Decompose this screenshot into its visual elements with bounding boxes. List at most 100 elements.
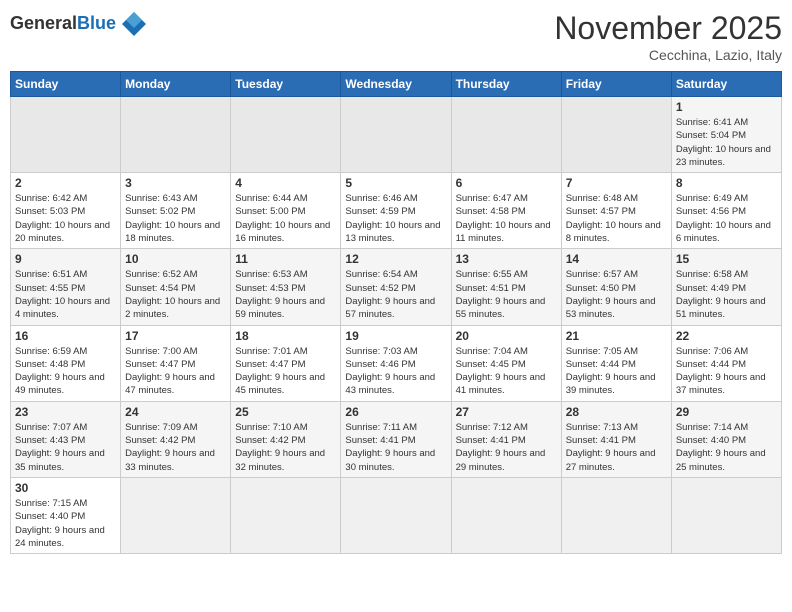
- calendar-day-cell: [341, 97, 451, 173]
- day-number: 2: [15, 176, 116, 190]
- calendar-day-cell: [341, 477, 451, 553]
- calendar-day-cell: 22 Sunrise: 7:06 AM Sunset: 4:44 PM Dayli…: [671, 325, 781, 401]
- day-info: Sunrise: 6:43 AM Sunset: 5:02 PM Dayligh…: [125, 192, 226, 245]
- day-number: 14: [566, 252, 667, 266]
- calendar-day-cell: [451, 97, 561, 173]
- logo-icon: [120, 10, 148, 38]
- day-info: Sunrise: 7:15 AM Sunset: 4:40 PM Dayligh…: [15, 497, 116, 550]
- header-tuesday: Tuesday: [231, 72, 341, 97]
- calendar-day-cell: 1 Sunrise: 6:41 AM Sunset: 5:04 PM Daylig…: [671, 97, 781, 173]
- header-thursday: Thursday: [451, 72, 561, 97]
- day-number: 30: [15, 481, 116, 495]
- calendar-day-cell: [451, 477, 561, 553]
- calendar-day-cell: 29 Sunrise: 7:14 AM Sunset: 4:40 PM Dayli…: [671, 401, 781, 477]
- location-subtitle: Cecchina, Lazio, Italy: [554, 47, 782, 63]
- day-number: 4: [235, 176, 336, 190]
- day-info: Sunrise: 7:14 AM Sunset: 4:40 PM Dayligh…: [676, 421, 777, 474]
- calendar-day-cell: 16 Sunrise: 6:59 AM Sunset: 4:48 PM Dayli…: [11, 325, 121, 401]
- day-info: Sunrise: 7:07 AM Sunset: 4:43 PM Dayligh…: [15, 421, 116, 474]
- calendar-day-cell: 28Sunrise: 7:13 AM Sunset: 4:41 PM Dayli…: [561, 401, 671, 477]
- day-number: 27: [456, 405, 557, 419]
- calendar-week-row: 1 Sunrise: 6:41 AM Sunset: 5:04 PM Daylig…: [11, 97, 782, 173]
- calendar-day-cell: 3 Sunrise: 6:43 AM Sunset: 5:02 PM Daylig…: [121, 173, 231, 249]
- day-info: Sunrise: 7:00 AM Sunset: 4:47 PM Dayligh…: [125, 345, 226, 398]
- calendar-week-row: 16 Sunrise: 6:59 AM Sunset: 4:48 PM Dayli…: [11, 325, 782, 401]
- calendar-day-cell: 8 Sunrise: 6:49 AM Sunset: 4:56 PM Daylig…: [671, 173, 781, 249]
- calendar-day-cell: 30 Sunrise: 7:15 AM Sunset: 4:40 PM Dayli…: [11, 477, 121, 553]
- calendar-day-cell: [561, 97, 671, 173]
- calendar-day-cell: 24Sunrise: 7:09 AM Sunset: 4:42 PM Dayli…: [121, 401, 231, 477]
- calendar-day-cell: [11, 97, 121, 173]
- day-info: Sunrise: 6:52 AM Sunset: 4:54 PM Dayligh…: [125, 268, 226, 321]
- calendar-day-cell: 20 Sunrise: 7:04 AM Sunset: 4:45 PM Dayli…: [451, 325, 561, 401]
- day-info: Sunrise: 6:53 AM Sunset: 4:53 PM Dayligh…: [235, 268, 336, 321]
- header-saturday: Saturday: [671, 72, 781, 97]
- calendar-day-cell: 23Sunrise: 7:07 AM Sunset: 4:43 PM Dayli…: [11, 401, 121, 477]
- logo-general-text: General: [10, 13, 77, 33]
- calendar-day-cell: 2Sunrise: 6:42 AM Sunset: 5:03 PM Daylig…: [11, 173, 121, 249]
- month-title: November 2025: [554, 10, 782, 47]
- page-header: GeneralBlue November 2025 Cecchina, Lazi…: [10, 10, 782, 63]
- day-number: 8: [676, 176, 777, 190]
- day-info: Sunrise: 6:44 AM Sunset: 5:00 PM Dayligh…: [235, 192, 336, 245]
- day-info: Sunrise: 7:06 AM Sunset: 4:44 PM Dayligh…: [676, 345, 777, 398]
- calendar-day-cell: 7Sunrise: 6:48 AM Sunset: 4:57 PM Daylig…: [561, 173, 671, 249]
- day-number: 5: [345, 176, 446, 190]
- day-info: Sunrise: 6:41 AM Sunset: 5:04 PM Dayligh…: [676, 116, 777, 169]
- day-number: 20: [456, 329, 557, 343]
- day-info: Sunrise: 7:11 AM Sunset: 4:41 PM Dayligh…: [345, 421, 446, 474]
- calendar-day-cell: 13 Sunrise: 6:55 AM Sunset: 4:51 PM Dayli…: [451, 249, 561, 325]
- day-number: 24: [125, 405, 226, 419]
- day-info: Sunrise: 6:51 AM Sunset: 4:55 PM Dayligh…: [15, 268, 116, 321]
- day-number: 6: [456, 176, 557, 190]
- calendar-day-cell: 18Sunrise: 7:01 AM Sunset: 4:47 PM Dayli…: [231, 325, 341, 401]
- calendar-day-cell: [231, 97, 341, 173]
- calendar-day-cell: 9 Sunrise: 6:51 AM Sunset: 4:55 PM Daylig…: [11, 249, 121, 325]
- day-info: Sunrise: 6:46 AM Sunset: 4:59 PM Dayligh…: [345, 192, 446, 245]
- calendar-day-cell: [671, 477, 781, 553]
- calendar-header-row: Sunday Monday Tuesday Wednesday Thursday…: [11, 72, 782, 97]
- day-info: Sunrise: 6:55 AM Sunset: 4:51 PM Dayligh…: [456, 268, 557, 321]
- calendar-week-row: 30 Sunrise: 7:15 AM Sunset: 4:40 PM Dayli…: [11, 477, 782, 553]
- calendar-day-cell: [561, 477, 671, 553]
- calendar-day-cell: 12 Sunrise: 6:54 AM Sunset: 4:52 PM Dayli…: [341, 249, 451, 325]
- calendar-day-cell: 25Sunrise: 7:10 AM Sunset: 4:42 PM Dayli…: [231, 401, 341, 477]
- day-info: Sunrise: 7:04 AM Sunset: 4:45 PM Dayligh…: [456, 345, 557, 398]
- calendar-day-cell: 10Sunrise: 6:52 AM Sunset: 4:54 PM Dayli…: [121, 249, 231, 325]
- calendar-day-cell: 4 Sunrise: 6:44 AM Sunset: 5:00 PM Daylig…: [231, 173, 341, 249]
- day-number: 17: [125, 329, 226, 343]
- header-wednesday: Wednesday: [341, 72, 451, 97]
- calendar-day-cell: 5 Sunrise: 6:46 AM Sunset: 4:59 PM Daylig…: [341, 173, 451, 249]
- calendar-week-row: 9 Sunrise: 6:51 AM Sunset: 4:55 PM Daylig…: [11, 249, 782, 325]
- calendar-day-cell: 15 Sunrise: 6:58 AM Sunset: 4:49 PM Dayli…: [671, 249, 781, 325]
- day-info: Sunrise: 6:59 AM Sunset: 4:48 PM Dayligh…: [15, 345, 116, 398]
- day-info: Sunrise: 7:12 AM Sunset: 4:41 PM Dayligh…: [456, 421, 557, 474]
- day-number: 19: [345, 329, 446, 343]
- day-info: Sunrise: 6:54 AM Sunset: 4:52 PM Dayligh…: [345, 268, 446, 321]
- day-number: 11: [235, 252, 336, 266]
- header-sunday: Sunday: [11, 72, 121, 97]
- day-number: 15: [676, 252, 777, 266]
- day-info: Sunrise: 7:13 AM Sunset: 4:41 PM Dayligh…: [566, 421, 667, 474]
- day-number: 13: [456, 252, 557, 266]
- calendar-day-cell: 11 Sunrise: 6:53 AM Sunset: 4:53 PM Dayli…: [231, 249, 341, 325]
- calendar-day-cell: 19 Sunrise: 7:03 AM Sunset: 4:46 PM Dayli…: [341, 325, 451, 401]
- day-info: Sunrise: 6:49 AM Sunset: 4:56 PM Dayligh…: [676, 192, 777, 245]
- calendar-day-cell: [121, 477, 231, 553]
- day-info: Sunrise: 6:58 AM Sunset: 4:49 PM Dayligh…: [676, 268, 777, 321]
- calendar-day-cell: 27 Sunrise: 7:12 AM Sunset: 4:41 PM Dayli…: [451, 401, 561, 477]
- day-number: 9: [15, 252, 116, 266]
- day-number: 1: [676, 100, 777, 114]
- header-friday: Friday: [561, 72, 671, 97]
- day-number: 3: [125, 176, 226, 190]
- calendar-table: Sunday Monday Tuesday Wednesday Thursday…: [10, 71, 782, 554]
- day-info: Sunrise: 7:01 AM Sunset: 4:47 PM Dayligh…: [235, 345, 336, 398]
- day-info: Sunrise: 7:03 AM Sunset: 4:46 PM Dayligh…: [345, 345, 446, 398]
- day-number: 12: [345, 252, 446, 266]
- day-number: 21: [566, 329, 667, 343]
- calendar-day-cell: [121, 97, 231, 173]
- day-number: 29: [676, 405, 777, 419]
- calendar-day-cell: 6Sunrise: 6:47 AM Sunset: 4:58 PM Daylig…: [451, 173, 561, 249]
- day-number: 22: [676, 329, 777, 343]
- day-number: 16: [15, 329, 116, 343]
